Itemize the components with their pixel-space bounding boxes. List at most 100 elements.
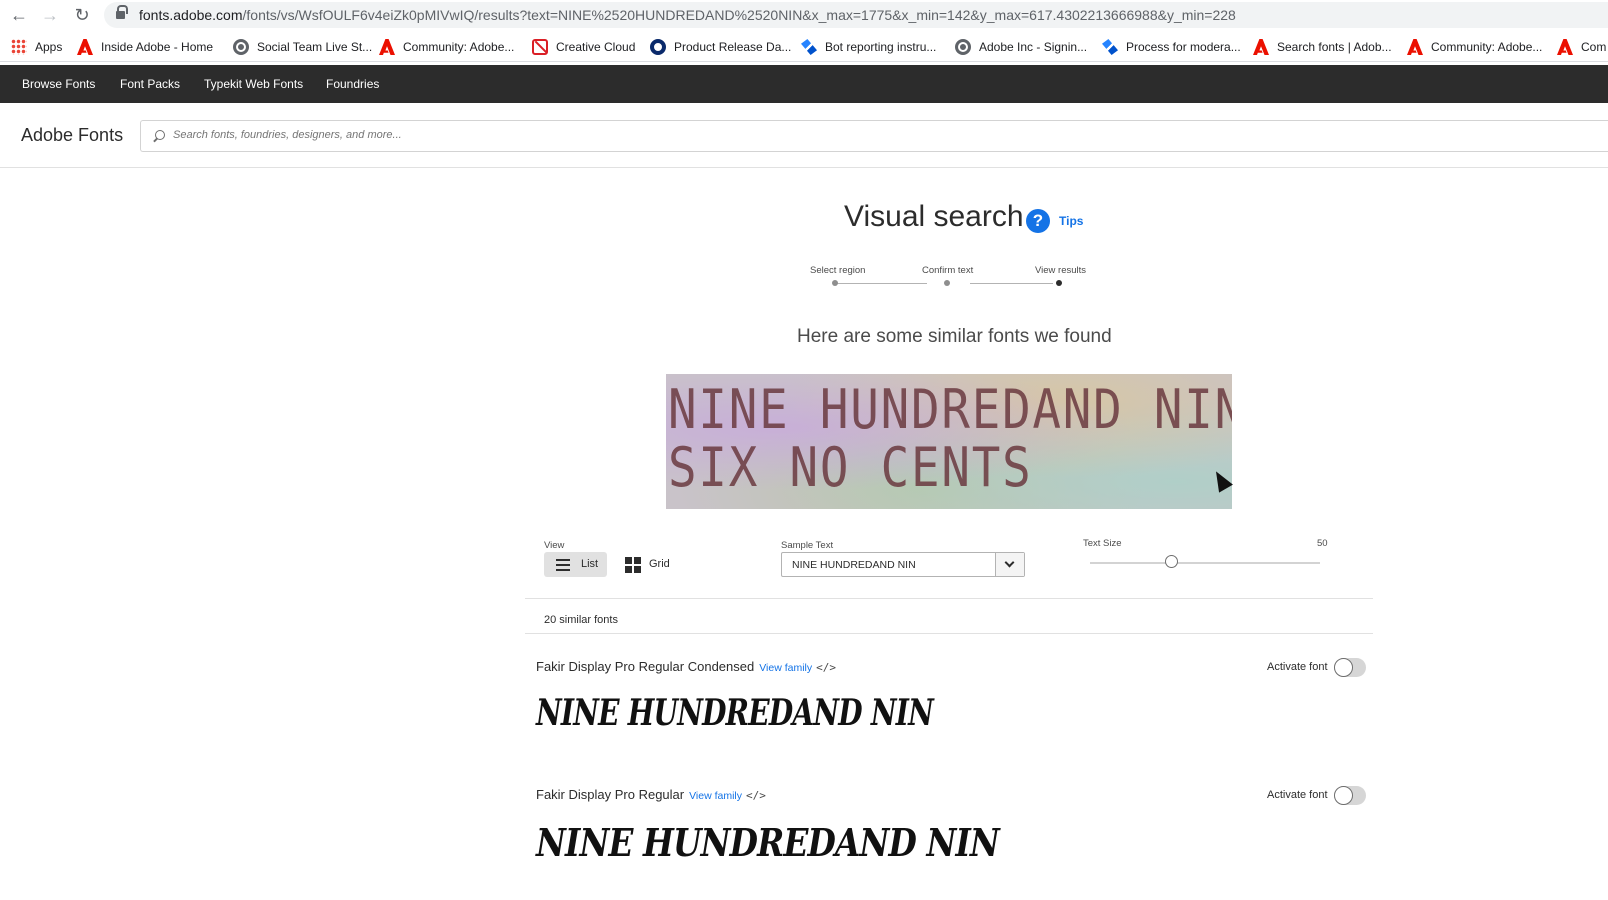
adobe-icon: [1253, 39, 1269, 55]
ring-icon: [650, 39, 666, 55]
bookmark-label: Search fonts | Adob...: [1277, 40, 1392, 54]
globe-icon: [233, 39, 249, 55]
view-list-label: List: [581, 558, 599, 570]
sample-text-dropdown-button[interactable]: [995, 553, 1024, 576]
bookmark-label: Adobe Inc - Signin...: [979, 40, 1088, 54]
divider: [525, 598, 1373, 599]
bookmark-label: Apps: [35, 40, 63, 54]
bookmark-process-moderation[interactable]: Process for modera...: [1102, 39, 1241, 55]
apps-grid-icon: [11, 39, 27, 55]
results-count: 20 similar fonts: [544, 614, 618, 626]
step-label-view-results: View results: [1035, 265, 1087, 276]
search-input[interactable]: [173, 129, 773, 141]
site-header: Adobe Fonts: [0, 103, 1608, 168]
url-path: /fonts/vs/WsfOULF6v4eiZk0pMIVwIQ/results…: [242, 7, 1236, 23]
step-dot-select-region: [832, 280, 838, 286]
embed-code-icon[interactable]: </>: [816, 661, 836, 674]
bookmark-community-3[interactable]: Com: [1557, 39, 1606, 55]
step-dot-confirm-text: [944, 280, 950, 286]
font-name[interactable]: Fakir Display Pro Regular Condensed: [536, 659, 754, 674]
bookmark-label: Process for modera...: [1126, 40, 1241, 54]
bookmark-community-2[interactable]: Community: Adobe...: [1407, 39, 1542, 55]
list-icon: [556, 559, 570, 571]
font-name[interactable]: Fakir Display Pro Regular: [536, 787, 684, 802]
bookmarks-bar: Apps Inside Adobe - Home Social Team Liv…: [0, 32, 1608, 62]
brand-logo[interactable]: Adobe Fonts: [21, 125, 123, 146]
bookmark-label: Creative Cloud: [556, 40, 636, 54]
confluence-icon: [1102, 39, 1118, 55]
activate-font-label: Activate font: [1267, 789, 1328, 801]
bookmark-search-fonts[interactable]: Search fonts | Adob...: [1253, 39, 1392, 55]
nav-typekit-web-fonts[interactable]: Typekit Web Fonts: [204, 77, 303, 91]
search-box[interactable]: [140, 120, 1608, 152]
adobe-icon: [1557, 39, 1573, 55]
text-size-slider-track[interactable]: [1090, 562, 1320, 564]
adobe-icon: [77, 39, 93, 55]
text-size-label: Text Size: [1083, 538, 1122, 549]
tips-link[interactable]: Tips: [1059, 214, 1083, 228]
bookmark-social-team[interactable]: Social Team Live St...: [233, 39, 372, 55]
embed-code-icon[interactable]: </>: [746, 789, 766, 802]
lock-icon: [116, 5, 128, 20]
nav-foundries[interactable]: Foundries: [326, 77, 379, 91]
search-icon: [153, 130, 165, 142]
creative-cloud-icon: [532, 39, 548, 55]
font-preview-text: NINE HUNDREDAND NIN: [536, 692, 934, 734]
step-dot-view-results: [1056, 280, 1062, 286]
activate-font-toggle[interactable]: [1334, 658, 1366, 677]
font-preview-text: NINE HUNDREDAND NIN: [536, 820, 1000, 865]
confluence-icon: [801, 39, 817, 55]
bookmark-label: Inside Adobe - Home: [101, 40, 214, 54]
browser-address-row: ← → ↻ fonts.adobe.com/fonts/vs/WsfOULF6v…: [0, 0, 1608, 30]
view-label: View: [544, 540, 565, 551]
nav-browse-fonts[interactable]: Browse Fonts: [22, 77, 95, 91]
chevron-down-icon: [1004, 557, 1015, 568]
bookmark-inside-adobe[interactable]: Inside Adobe - Home: [77, 39, 213, 55]
view-grid-label: Grid: [649, 558, 670, 570]
adobe-icon: [1407, 39, 1423, 55]
help-question-icon[interactable]: ?: [1026, 209, 1050, 233]
bookmark-label: Community: Adobe...: [403, 40, 515, 54]
bookmark-label: Product Release Da...: [674, 40, 792, 54]
sample-text-select[interactable]: NINE HUNDREDAND NIN: [781, 552, 1025, 577]
sample-image: NINE HUNDREDAND NIN SIX NO CENTS: [666, 374, 1232, 509]
bookmark-label: Community: Adobe...: [1431, 40, 1543, 54]
font-result-title: Fakir Display Pro Regular Condensed View …: [536, 659, 836, 674]
reload-icon[interactable]: ↻: [71, 4, 93, 26]
back-arrow-icon[interactable]: ←: [8, 4, 30, 26]
sample-image-line: SIX NO CENTS: [668, 436, 1033, 499]
adobe-icon: [379, 39, 395, 55]
text-size-value: 50: [1317, 538, 1328, 549]
step-connector: [837, 283, 927, 284]
view-list-button[interactable]: List: [544, 552, 607, 577]
step-label-select-region: Select region: [810, 265, 866, 276]
sample-text-label: Sample Text: [781, 540, 834, 551]
bookmark-product-release[interactable]: Product Release Da...: [650, 39, 791, 55]
bookmark-adobe-signin[interactable]: Adobe Inc - Signin...: [955, 39, 1087, 55]
bookmark-community-1[interactable]: Community: Adobe...: [379, 39, 514, 55]
top-nav: Browse Fonts Font Packs Typekit Web Font…: [0, 65, 1608, 103]
forward-arrow-icon[interactable]: →: [39, 4, 61, 26]
activate-font-toggle[interactable]: [1334, 786, 1366, 805]
bookmark-label: Com: [1581, 40, 1607, 54]
progress-stepper: Select region Confirm text View results: [790, 263, 1090, 287]
step-connector: [970, 283, 1053, 284]
grid-icon: [625, 557, 641, 573]
text-size-slider-thumb[interactable]: [1164, 555, 1178, 568]
activate-font-label: Activate font: [1267, 661, 1328, 673]
url-host: fonts.adobe.com: [139, 7, 243, 23]
bookmark-label: Bot reporting instru...: [825, 40, 937, 54]
divider: [525, 633, 1373, 634]
view-family-link[interactable]: View family: [759, 662, 812, 674]
url-text[interactable]: fonts.adobe.com/fonts/vs/WsfOULF6v4eiZk0…: [139, 7, 1236, 23]
view-family-link[interactable]: View family: [689, 790, 742, 802]
bookmark-apps[interactable]: Apps: [11, 39, 62, 55]
step-label-confirm-text: Confirm text: [922, 265, 974, 276]
nav-font-packs[interactable]: Font Packs: [120, 77, 180, 91]
sample-image-line: NINE HUNDREDAND NIN: [668, 378, 1232, 441]
view-grid-button[interactable]: Grid: [625, 552, 685, 577]
results-heading: Here are some similar fonts we found: [797, 326, 1112, 347]
bookmark-bot-reporting[interactable]: Bot reporting instru...: [801, 39, 936, 55]
globe-icon: [955, 39, 971, 55]
bookmark-creative-cloud[interactable]: Creative Cloud: [532, 39, 635, 55]
